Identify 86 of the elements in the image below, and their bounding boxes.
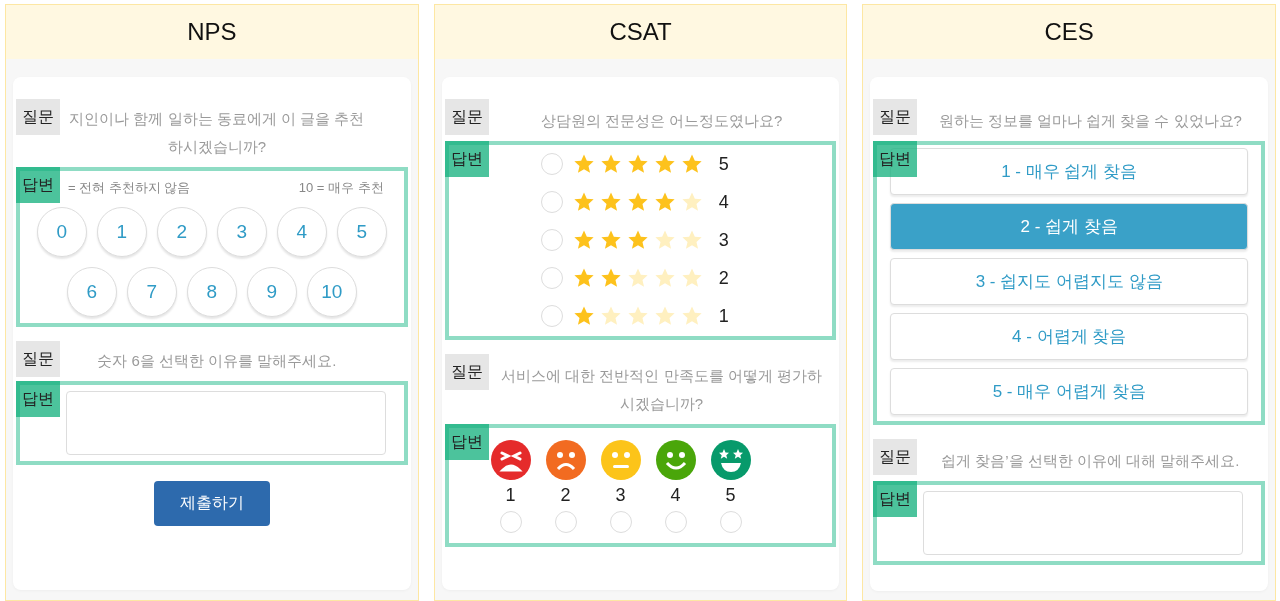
star-icon — [599, 153, 622, 175]
radio-button[interactable] — [540, 153, 563, 175]
star-icon — [653, 267, 676, 289]
question-text: 원하는 정보를 얼마나 쉽게 찾을 수 있었나요? — [937, 111, 1243, 131]
question-text: 서비스에 대한 전반적인 만족도를 어떻게 평가하시겠습니까? — [500, 366, 823, 414]
answer-field[interactable] — [923, 491, 1243, 555]
star-icon — [572, 267, 595, 289]
star-icon — [599, 229, 622, 251]
radio-button[interactable] — [609, 511, 632, 533]
star-icon — [572, 229, 595, 251]
question-text: 상담원의 전문성은 어느정도였나요? — [539, 111, 784, 131]
star-icon — [626, 153, 649, 175]
star-icon — [680, 267, 703, 289]
star-icon — [572, 153, 595, 175]
question-text: 지인이나 함께 일하는 동료에게 이 글을 추천하시겠습니까? — [68, 109, 366, 157]
star-icon — [626, 229, 649, 251]
question-tag: 질문 — [444, 99, 489, 135]
rating-number: 3 — [718, 229, 729, 251]
radio-button[interactable] — [499, 511, 522, 533]
choice-button[interactable]: 5 - 매우 어렵게 찾음 — [890, 368, 1248, 415]
question-text: 쉽게 찾음’을 선택한 이유에 대해 말해주세요. — [940, 451, 1241, 471]
answer-tag: 답변 — [444, 141, 489, 177]
question-tag: 질문 — [444, 354, 489, 390]
answer-tag: 답변 — [16, 167, 60, 203]
score-button[interactable]: 7 — [126, 267, 177, 317]
radio-button[interactable] — [540, 191, 563, 213]
radio-button[interactable] — [540, 305, 563, 327]
rating-number: 4 — [718, 191, 729, 213]
star-icon — [680, 191, 703, 213]
score-button[interactable]: 6 — [66, 267, 117, 317]
question-tag: 질문 — [873, 99, 918, 135]
rating-number: 5 — [718, 153, 729, 175]
star-icon — [626, 267, 649, 289]
panel-title: NPS — [6, 5, 418, 59]
score-button[interactable]: 10 — [306, 267, 357, 317]
star-icon — [572, 305, 595, 327]
scale-label: = 전혀 추천하지 않음 — [68, 179, 191, 197]
rating-number: 4 — [670, 485, 681, 506]
score-button[interactable]: 1 — [96, 207, 147, 257]
star-icon — [599, 305, 622, 327]
star-icon — [680, 229, 703, 251]
scale-label: 10 = 매우 추천 — [298, 179, 384, 197]
star-icon — [680, 305, 703, 327]
question-tag: 질문 — [16, 341, 60, 377]
star-icon — [653, 305, 676, 327]
panel-title: CES — [863, 5, 1275, 59]
rating-number: 2 — [560, 485, 571, 506]
rating-number: 3 — [615, 485, 626, 506]
radio-button[interactable] — [540, 229, 563, 251]
choice-button[interactable]: 3 - 쉽지도 어렵지도 않음 — [890, 258, 1248, 305]
question-tag: 질문 — [16, 99, 60, 135]
question-text: 숫자 6을 선택한 이유를 말해주세요. — [96, 351, 338, 371]
answer-tag: 답변 — [444, 424, 489, 460]
score-button[interactable]: 5 — [336, 207, 387, 257]
star-icon — [626, 305, 649, 327]
score-button[interactable]: 9 — [246, 267, 297, 317]
score-button[interactable]: 2 — [156, 207, 207, 257]
answer-tag: 답변 — [16, 381, 60, 417]
star-icon — [680, 153, 703, 175]
answer-tag: 답변 — [873, 481, 918, 517]
rating-number: 5 — [725, 485, 736, 506]
submit-button[interactable]: 제출하기 — [153, 481, 270, 526]
star-icon — [653, 229, 676, 251]
score-button[interactable]: 8 — [186, 267, 237, 317]
radio-button[interactable] — [719, 511, 742, 533]
star-icon — [572, 191, 595, 213]
star-icon — [653, 153, 676, 175]
score-button[interactable]: 3 — [216, 207, 267, 257]
radio-button[interactable] — [540, 267, 563, 289]
choice-button[interactable]: 4 - 어렵게 찾음 — [890, 313, 1248, 360]
star-icon — [599, 267, 622, 289]
rating-number: 1 — [505, 485, 516, 506]
radio-button[interactable] — [554, 511, 577, 533]
star-icon — [599, 191, 622, 213]
star-icon — [626, 191, 649, 213]
score-button[interactable]: 4 — [276, 207, 327, 257]
radio-button[interactable] — [664, 511, 687, 533]
answer-field[interactable] — [66, 391, 386, 455]
star-icon — [653, 191, 676, 213]
score-button[interactable]: 0 — [36, 207, 87, 257]
choice-button[interactable]: 2 - 쉽게 찾음 — [890, 203, 1248, 250]
rating-number: 2 — [718, 267, 729, 289]
question-tag: 질문 — [873, 439, 918, 475]
panel-title: CSAT — [434, 5, 847, 59]
answer-tag: 답변 — [873, 141, 918, 177]
rating-number: 1 — [718, 305, 729, 327]
